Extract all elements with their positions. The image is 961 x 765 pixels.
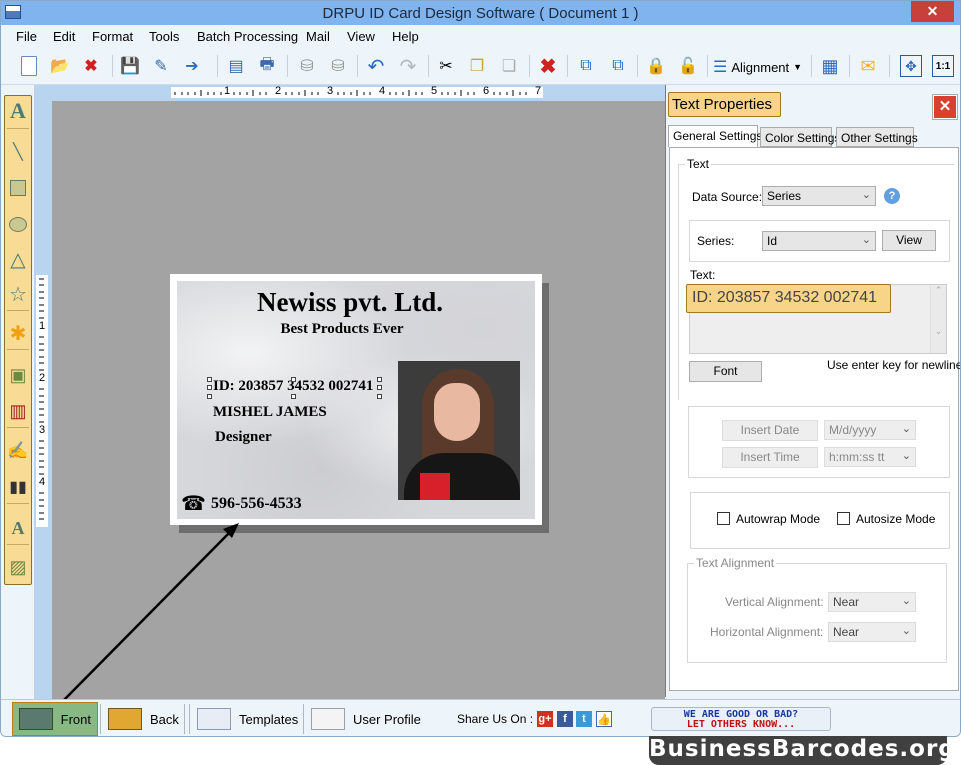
series-dropdown[interactable]: Id ⌄ bbox=[762, 231, 876, 251]
feedback-line-2: LET OTHERS KNOW... bbox=[686, 719, 796, 730]
tab-user-profile[interactable]: User Profile bbox=[311, 702, 421, 736]
data-source-dropdown[interactable]: Series ⌄ bbox=[762, 186, 876, 206]
feedback-banner[interactable]: WE ARE GOOD OR BAD? LET OTHERS KNOW... bbox=[651, 707, 831, 731]
horizontal-alignment-label: Horizontal Alignment: bbox=[710, 625, 824, 639]
text-label: Text: bbox=[690, 268, 716, 282]
horizontal-alignment-value: Near bbox=[833, 625, 860, 639]
text-group-label: Text bbox=[685, 157, 712, 171]
user-profile-icon bbox=[311, 708, 345, 730]
insert-date-button[interactable]: Insert Date bbox=[722, 420, 818, 441]
text-alignment-group: Text Alignment bbox=[687, 556, 947, 663]
text-scrollbar[interactable]: ⌃ ⌄ bbox=[930, 285, 946, 353]
twitter-icon[interactable]: t bbox=[576, 711, 592, 727]
chevron-down-icon: ⌄ bbox=[901, 450, 911, 462]
tab-general-settings[interactable]: General Settings bbox=[668, 125, 762, 147]
panel-close-button[interactable]: ✕ bbox=[932, 94, 958, 120]
newline-hint: Use enter key for newline. bbox=[827, 358, 961, 372]
google-plus-icon[interactable]: g+ bbox=[537, 711, 553, 727]
autowrap-label: Autowrap Mode bbox=[736, 512, 821, 526]
user-profile-label: User Profile bbox=[353, 711, 421, 727]
insert-time-button[interactable]: Insert Time bbox=[722, 447, 818, 468]
data-source-label: Data Source: bbox=[692, 190, 763, 204]
templates-label: Templates bbox=[239, 711, 299, 727]
facebook-icon[interactable]: f bbox=[557, 711, 573, 727]
like-icon[interactable]: 👍 bbox=[596, 711, 612, 727]
chevron-down-icon: ⌄ bbox=[861, 234, 871, 246]
front-label: Front bbox=[60, 711, 91, 727]
horizontal-alignment-dropdown[interactable]: Near ⌄ bbox=[828, 622, 916, 642]
chevron-down-icon: ⌄ bbox=[861, 189, 871, 201]
series-value: Id bbox=[767, 234, 778, 248]
vertical-alignment-dropdown[interactable]: Near ⌄ bbox=[828, 592, 916, 612]
time-format-value: h:mm:ss tt bbox=[829, 450, 885, 464]
autowrap-checkbox[interactable] bbox=[717, 512, 730, 525]
tab-color-settings[interactable]: Color Settings bbox=[760, 127, 840, 147]
date-format-dropdown[interactable]: M/d/yyyy ⌄ bbox=[824, 420, 916, 440]
view-button[interactable]: View bbox=[882, 230, 936, 251]
series-label: Series: bbox=[697, 234, 735, 248]
date-format-value: M/d/yyyy bbox=[829, 423, 877, 437]
autosize-checkbox[interactable] bbox=[837, 512, 850, 525]
data-source-value: Series bbox=[767, 189, 802, 203]
text-alignment-label: Text Alignment bbox=[694, 556, 777, 570]
tab-templates[interactable]: Templates bbox=[197, 702, 298, 736]
bottom-bar: Front Back Templates User Profile Share … bbox=[1, 699, 960, 736]
watermark: BusinessBarcodes.org bbox=[649, 736, 955, 765]
chevron-down-icon: ⌄ bbox=[901, 595, 911, 607]
tab-other-settings[interactable]: Other Settings bbox=[836, 127, 918, 147]
general-settings-body: Text Data Source: Series ⌄ ? Series: Id … bbox=[669, 147, 961, 691]
share-label: Share Us On : bbox=[457, 712, 534, 726]
panel-title: Text Properties bbox=[668, 92, 781, 117]
font-button[interactable]: Font bbox=[689, 361, 762, 382]
text-properties-panel: Text Properties ✕ General Settings Color… bbox=[665, 85, 961, 697]
tab-front[interactable]: Front bbox=[12, 702, 98, 736]
text-value-highlight[interactable]: ID: 203857 34532 002741 bbox=[686, 284, 891, 313]
back-card-icon bbox=[108, 708, 142, 730]
autosize-label: Autosize Mode bbox=[856, 512, 936, 526]
front-card-icon bbox=[19, 708, 53, 730]
help-icon[interactable]: ? bbox=[884, 188, 900, 204]
vertical-alignment-value: Near bbox=[833, 595, 860, 609]
chevron-down-icon: ⌄ bbox=[901, 423, 911, 435]
time-format-dropdown[interactable]: h:mm:ss tt ⌄ bbox=[824, 447, 916, 467]
templates-icon bbox=[197, 708, 231, 730]
chevron-down-icon: ⌄ bbox=[901, 625, 911, 637]
vertical-alignment-label: Vertical Alignment: bbox=[725, 595, 824, 609]
back-label: Back bbox=[150, 711, 179, 727]
tab-back[interactable]: Back bbox=[108, 702, 179, 736]
app-window: DRPU ID Card Design Software ( Document … bbox=[0, 0, 961, 737]
